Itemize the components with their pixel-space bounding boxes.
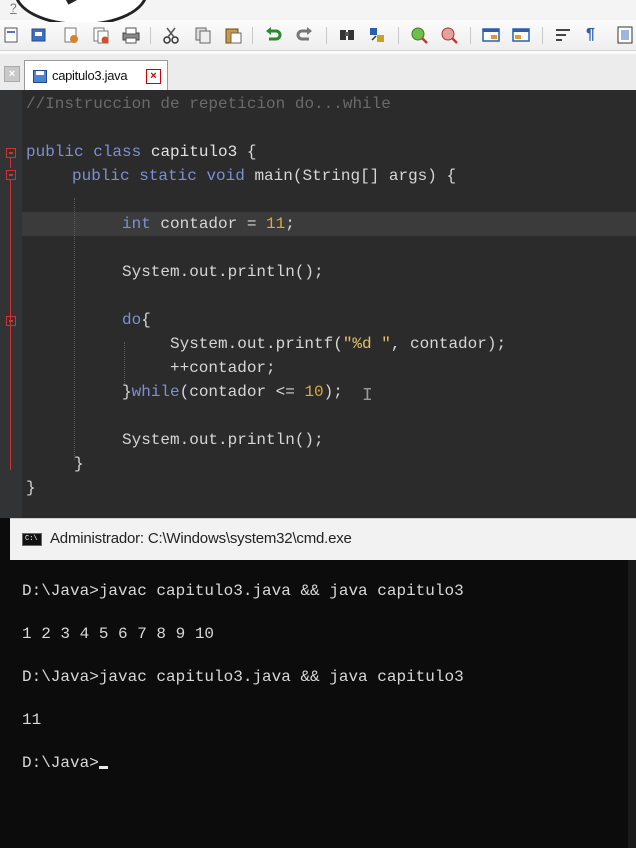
monitor-icon[interactable] (616, 26, 634, 44)
statement-text: (contador <= (179, 383, 305, 401)
cmd-icon: C:\ (22, 533, 42, 546)
console-prompt: D:\Java> (22, 754, 99, 772)
brace: { (141, 311, 151, 329)
code-editor-window: ? ¶ × capitulo3.java × //Instruccion de … (0, 0, 636, 518)
fold-class-icon[interactable] (6, 148, 16, 158)
toolbar-separator (326, 27, 327, 44)
console-scrollbar[interactable] (628, 560, 636, 848)
statement-text: ); (323, 383, 343, 401)
fold-do-icon[interactable] (6, 316, 16, 326)
console-line: D:\Java>javac capitulo3.java && java cap… (22, 668, 464, 686)
file-save-icon (33, 70, 47, 83)
fold-method-icon[interactable] (6, 170, 16, 180)
background-edge (0, 518, 10, 848)
code-line-main: public static void main(String[] args) { (72, 164, 456, 188)
window-icon[interactable] (482, 26, 500, 44)
statement-text: ++contador; (170, 359, 276, 377)
cmd-icon-text: C:\ (25, 535, 38, 543)
save-all-icon[interactable] (92, 26, 110, 44)
semicolon: ; (285, 215, 295, 233)
code-line-println: System.out.println(); (122, 428, 324, 452)
code-area[interactable]: //Instruccion de repeticion do...while p… (0, 90, 636, 518)
pilcrow-icon[interactable]: ¶ (586, 26, 604, 44)
close-tab-icon[interactable]: × (146, 69, 161, 84)
code-line-do: do{ (122, 308, 151, 332)
tab-capitulo3-java[interactable]: capitulo3.java × (24, 60, 168, 90)
toolbar-separator (398, 27, 399, 44)
cmd-title-bar[interactable]: C:\ Administrador: C:\Windows\system32\c… (10, 518, 636, 561)
console-prompt-line: D:\Java> (22, 754, 108, 772)
keyword: do (122, 311, 142, 329)
text-cursor-icon: I (362, 386, 373, 406)
statement-text: System.out.println(); (122, 431, 324, 449)
paste-icon[interactable] (224, 26, 242, 44)
keyword: while (131, 383, 180, 401)
keyword: int (122, 215, 151, 233)
undo-icon[interactable] (264, 26, 282, 44)
code-line-class: public class capitulo3 { (26, 140, 256, 164)
number-literal: 10 (304, 383, 324, 401)
code-line-while: }while(contador <= 10); (122, 380, 343, 404)
keyword: void (206, 167, 245, 185)
comment-text: //Instruccion de repeticion do...while (26, 95, 391, 113)
print-icon[interactable] (122, 26, 140, 44)
code-line-declaration: int contador = 11; (122, 212, 295, 236)
brace: } (122, 383, 132, 401)
code-line-class-close: } (26, 476, 36, 500)
indent-guide (74, 198, 75, 460)
cut-icon[interactable] (162, 26, 180, 44)
statement-text: System.out.printf( (170, 335, 343, 353)
tab-bar: × capitulo3.java × (0, 54, 636, 91)
fold-line (10, 158, 11, 168)
current-line-highlight (22, 212, 636, 236)
redo-icon[interactable] (296, 26, 314, 44)
statement-text: , contador); (390, 335, 507, 353)
tab-label: capitulo3.java (52, 68, 128, 83)
open-file-icon[interactable] (30, 26, 48, 44)
copy-icon[interactable] (194, 26, 212, 44)
console-cursor (98, 766, 108, 769)
string-literal: "%d " (342, 335, 391, 353)
class-name: capitulo3 (150, 143, 238, 161)
code-line-printf: System.out.printf("%d ", contador); (170, 332, 506, 356)
sync-icon[interactable] (512, 26, 530, 44)
find-icon[interactable] (338, 26, 356, 44)
console-line: 1 2 3 4 5 6 7 8 9 10 (22, 625, 215, 643)
brace: } (74, 455, 84, 473)
help-menu[interactable]: ? (10, 1, 17, 15)
keyword: static (139, 167, 197, 185)
toolbar-separator (252, 27, 253, 44)
save-icon[interactable] (62, 26, 80, 44)
toolbar-separator (150, 27, 151, 44)
code-line-comment: //Instruccion de repeticion do...while (26, 92, 391, 116)
number-literal: 11 (266, 215, 286, 233)
keyword: class (93, 143, 142, 161)
zoom-in-icon[interactable] (410, 26, 428, 44)
zoom-out-icon[interactable] (440, 26, 458, 44)
toolbar-separator (542, 27, 543, 44)
cmd-console[interactable]: D:\Java>javac capitulo3.java && java cap… (10, 560, 636, 848)
code-line-method-close: } (74, 452, 84, 476)
method-signature: main(String[] args) { (254, 167, 457, 185)
code-line-println: System.out.println(); (122, 260, 324, 284)
variable-text: contador = (160, 215, 267, 233)
replace-icon[interactable] (368, 26, 386, 44)
console-line: 11 (22, 711, 42, 729)
console-line: D:\Java>javac capitulo3.java && java cap… (22, 582, 464, 600)
brace: { (237, 143, 257, 161)
brace: } (26, 479, 36, 497)
new-file-icon[interactable] (2, 26, 20, 44)
toolbar-separator (470, 27, 471, 44)
keyword: public (72, 167, 130, 185)
code-line-increment: ++contador; (170, 356, 276, 380)
close-all-tabs-icon[interactable]: × (4, 66, 20, 82)
fold-gutter (0, 90, 22, 518)
wrap-icon[interactable] (554, 26, 572, 44)
statement-text: System.out.println(); (122, 263, 324, 281)
cmd-window-title: Administrador: C:\Windows\system32\cmd.e… (50, 530, 352, 547)
toolbar: ¶ (0, 22, 636, 51)
keyword: public (26, 143, 84, 161)
